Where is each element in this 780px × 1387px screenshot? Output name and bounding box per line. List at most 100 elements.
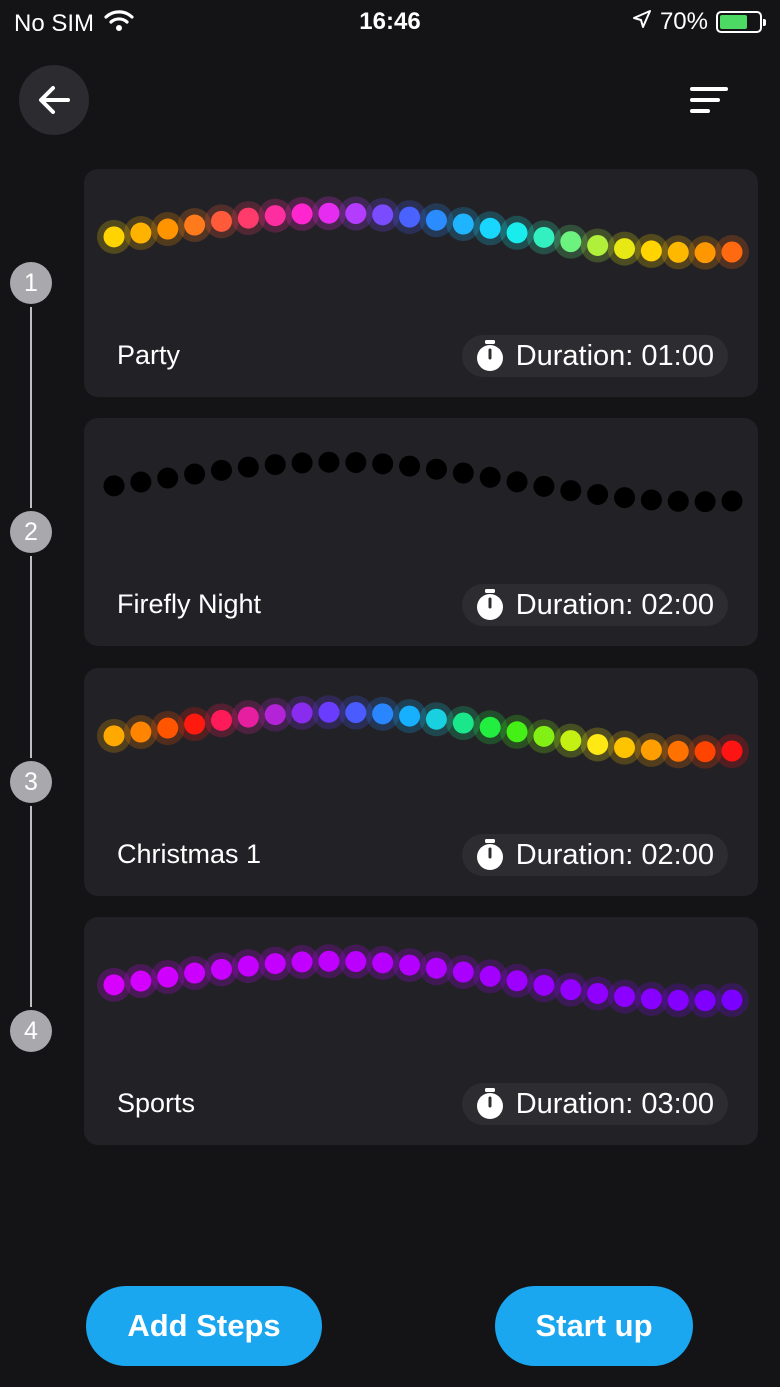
led-dot	[399, 954, 421, 976]
step-card-christmas-1[interactable]: Christmas 1 Duration: 02:00	[84, 668, 758, 896]
led-dot	[237, 955, 259, 977]
duration-pill[interactable]: Duration: 02:00	[461, 834, 728, 876]
led-dot	[130, 471, 152, 493]
led-dot	[506, 721, 528, 743]
led-dot	[640, 988, 662, 1010]
led-dot	[399, 206, 421, 228]
led-dot	[264, 953, 286, 975]
duration-label: Duration: 02:00	[515, 588, 714, 621]
led-dot	[721, 989, 743, 1011]
led-dot	[345, 702, 367, 724]
led-dot	[291, 203, 313, 225]
led-dot	[560, 480, 582, 502]
led-dot	[399, 455, 421, 477]
led-dot	[103, 475, 125, 497]
led-dot	[237, 456, 259, 478]
led-dot	[291, 702, 313, 724]
led-dot	[184, 463, 206, 485]
led-dot	[318, 701, 340, 723]
led-dot	[640, 739, 662, 761]
led-dot	[560, 979, 582, 1001]
led-dot	[291, 452, 313, 474]
led-dot	[425, 957, 447, 979]
led-dot	[452, 712, 474, 734]
led-dot	[425, 708, 447, 730]
timeline-line	[30, 283, 32, 1033]
led-dot	[399, 705, 421, 727]
duration-pill[interactable]: Duration: 03:00	[461, 1083, 728, 1125]
led-dot	[157, 218, 179, 240]
led-dot	[479, 466, 501, 488]
led-dot	[210, 709, 232, 731]
led-dot	[533, 475, 555, 497]
duration-label: Duration: 03:00	[515, 1087, 714, 1120]
duration-label: Duration: 01:00	[515, 339, 714, 372]
led-dot	[372, 453, 394, 475]
led-dot	[667, 490, 689, 512]
step-name: Sports	[117, 1088, 196, 1118]
led-dot	[614, 737, 636, 759]
led-dot	[372, 952, 394, 974]
step-card-sports[interactable]: Sports Duration: 03:00	[84, 917, 758, 1145]
add-steps-button[interactable]: Add Steps	[86, 1286, 322, 1366]
led-dot	[479, 716, 501, 738]
led-dot	[452, 213, 474, 235]
step-name: Party	[117, 340, 181, 370]
led-dot	[318, 950, 340, 972]
start-up-button[interactable]: Start up	[495, 1286, 693, 1366]
led-dot	[667, 241, 689, 263]
led-dot	[103, 725, 125, 747]
led-dot	[237, 706, 259, 728]
step-name: Firefly Night	[117, 589, 262, 619]
back-button[interactable]	[19, 65, 89, 135]
status-right: 70%	[632, 8, 766, 36]
step-number: 3	[10, 761, 52, 803]
led-dot	[533, 226, 555, 248]
led-dot	[533, 725, 555, 747]
led-dot	[291, 951, 313, 973]
led-dot	[694, 242, 716, 264]
led-dot	[506, 471, 528, 493]
led-dot	[614, 487, 636, 509]
led-dot	[103, 226, 125, 248]
battery-icon	[716, 11, 766, 33]
step-card-party[interactable]: Party Duration: 01:00	[84, 169, 758, 397]
led-dot	[506, 222, 528, 244]
stopwatch-icon	[476, 589, 503, 620]
led-dot	[103, 974, 125, 996]
led-dot	[157, 966, 179, 988]
step-card-firefly-night[interactable]: Firefly Night Duration: 02:00	[84, 418, 758, 646]
led-dot	[479, 965, 501, 987]
led-dot	[694, 491, 716, 513]
sort-menu-button[interactable]	[680, 80, 736, 120]
arrow-left-icon	[39, 86, 70, 114]
led-dot	[130, 970, 152, 992]
led-dot	[237, 207, 259, 229]
led-dot	[640, 489, 662, 511]
led-dot	[614, 238, 636, 260]
led-dot	[264, 454, 286, 476]
led-dot	[210, 958, 232, 980]
led-dot	[345, 203, 367, 225]
location-arrow-icon	[632, 8, 652, 36]
led-dot	[184, 713, 206, 735]
led-dot	[721, 490, 743, 512]
step-name: Christmas 1	[117, 839, 262, 869]
led-dot	[452, 462, 474, 484]
stopwatch-icon	[476, 1088, 503, 1119]
led-dot	[425, 209, 447, 231]
led-dot	[452, 961, 474, 983]
duration-pill[interactable]: Duration: 01:00	[461, 335, 728, 377]
led-dot	[157, 467, 179, 489]
battery-nub	[763, 19, 766, 26]
light-strip-preview	[97, 196, 749, 270]
led-dot	[721, 241, 743, 263]
battery-fill	[720, 15, 747, 29]
light-strip-preview	[103, 451, 743, 513]
led-dot	[614, 986, 636, 1008]
led-dot	[130, 721, 152, 743]
led-dot	[560, 730, 582, 752]
duration-pill[interactable]: Duration: 02:00	[461, 584, 728, 626]
led-dot	[130, 222, 152, 244]
led-dot	[184, 962, 206, 984]
